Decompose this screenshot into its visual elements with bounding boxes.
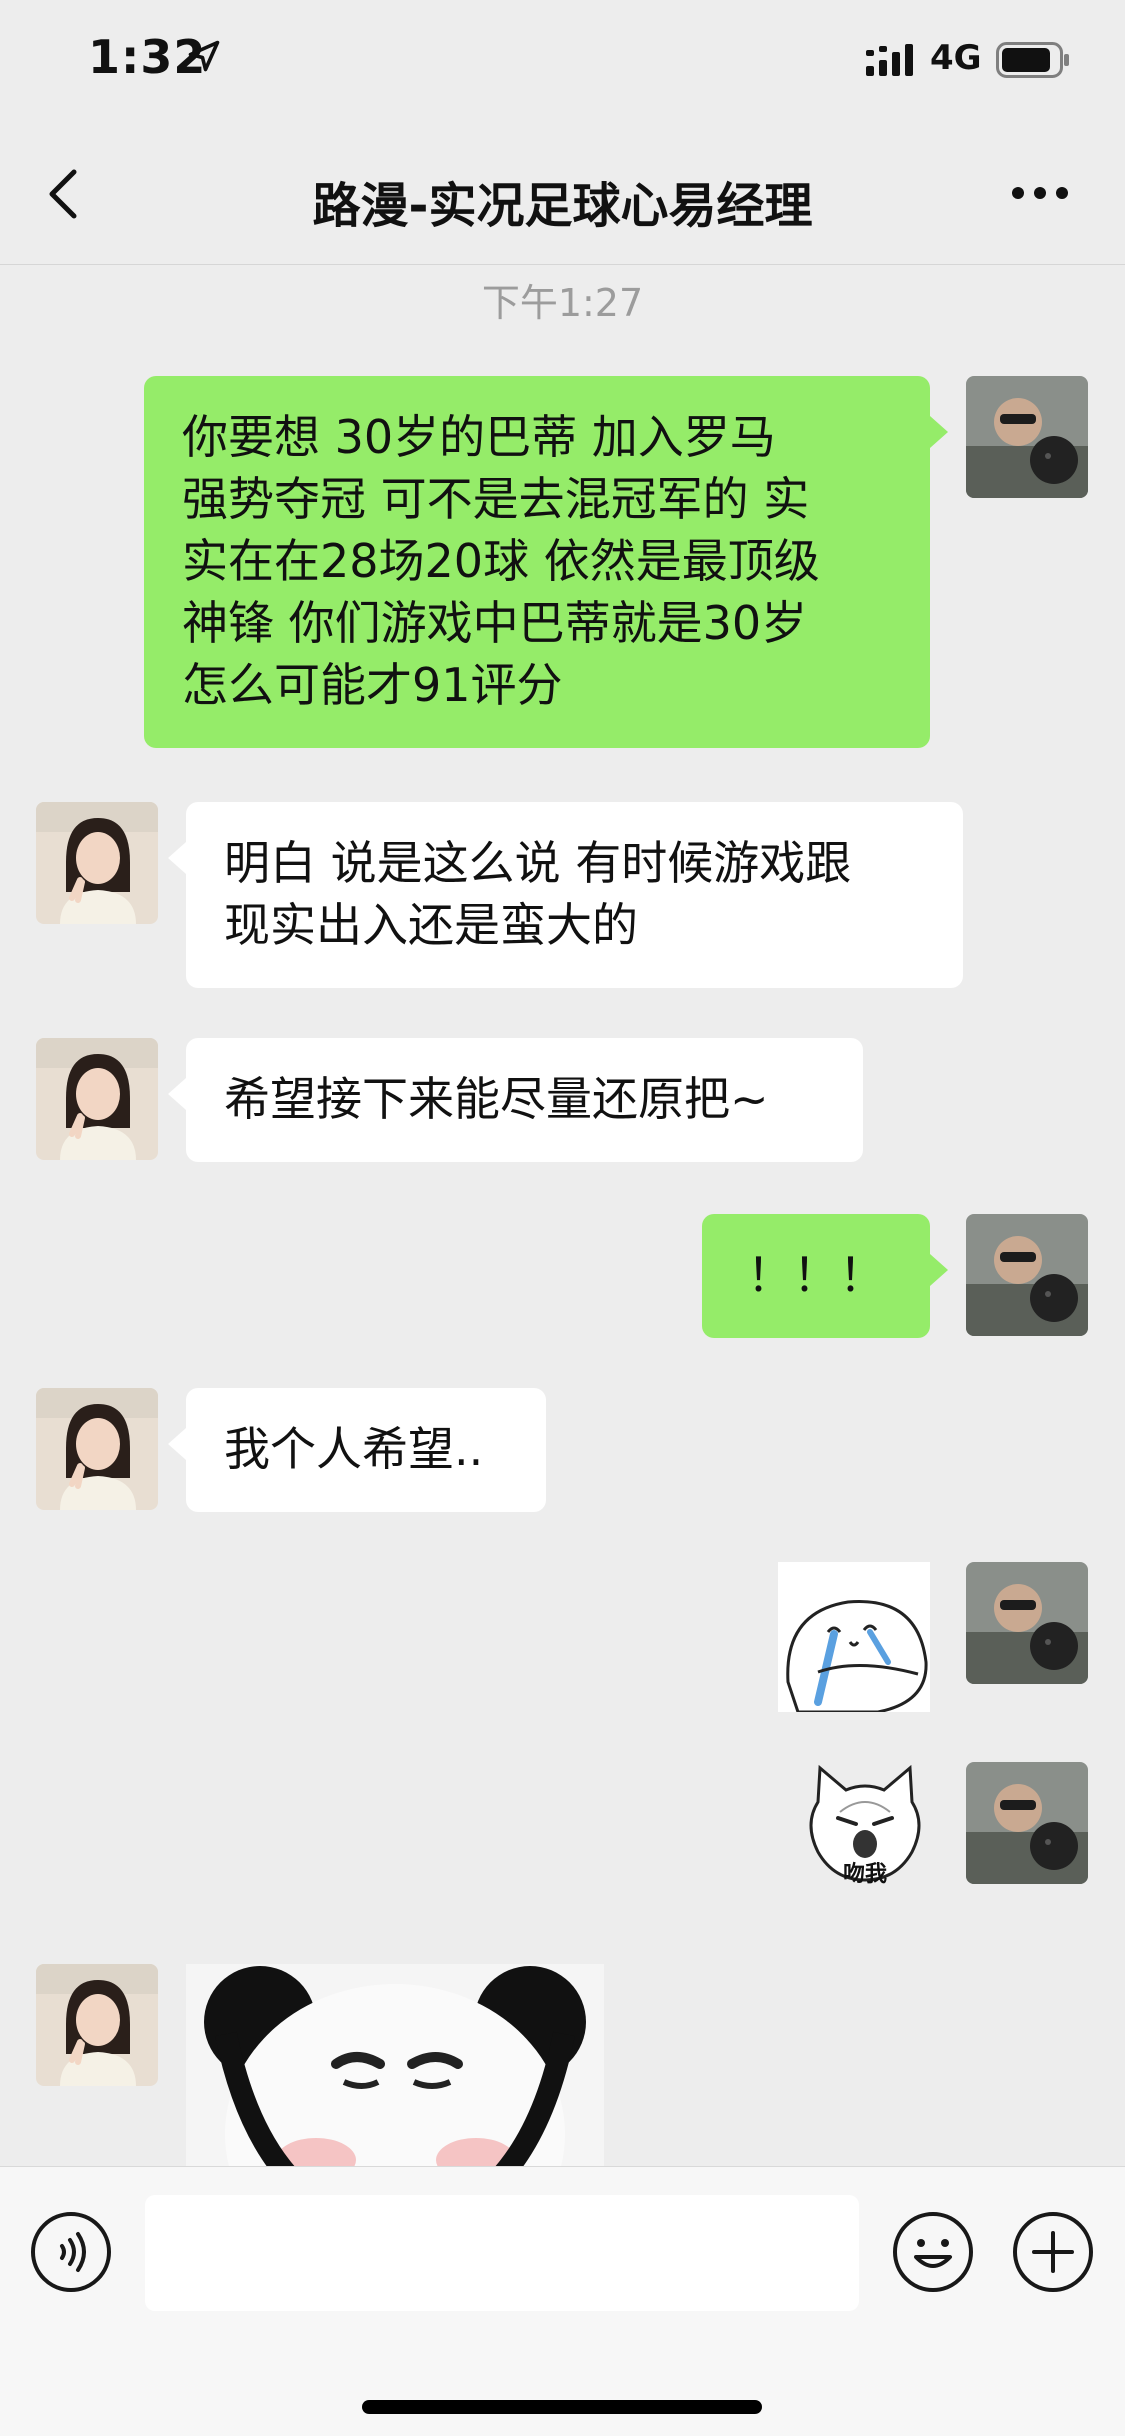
message-bubble-incoming[interactable]: 明白 说是这么说 有时候游戏跟 现实出入还是蛮大的: [168, 802, 963, 988]
message-bubble-outgoing[interactable]: ！！！: [702, 1214, 948, 1338]
my-avatar[interactable]: [966, 376, 1088, 498]
contact-avatar[interactable]: [36, 802, 158, 924]
panda-face-sticker[interactable]: [186, 1964, 604, 2166]
emoji-icon[interactable]: [892, 2211, 974, 2293]
message-text: ！！！: [747, 1248, 885, 1302]
sticker-caption: 吻我: [842, 1862, 887, 1887]
message-input[interactable]: [145, 2195, 859, 2311]
message-text: 你要想 30岁的巴蒂 加入罗马 强势夺冠 可不是去混冠军的 实 实在在28场20…: [182, 410, 820, 712]
status-bar: 1:32 4G: [0, 0, 1125, 120]
message-bubble-incoming[interactable]: 我个人希望..: [168, 1388, 546, 1512]
network-type: 4G: [930, 38, 982, 78]
voice-icon[interactable]: [30, 2211, 112, 2293]
home-indicator[interactable]: [362, 2400, 762, 2414]
contact-avatar[interactable]: [36, 1038, 158, 1160]
chat-timestamp: 下午1:27: [481, 281, 644, 325]
battery-icon: [996, 42, 1069, 78]
cat-face-sticker[interactable]: 吻我: [800, 1762, 930, 1890]
chat-area[interactable]: 下午1:27 你要想 30岁的巴蒂 加入罗马 强势夺冠 可不是去混冠军的 实 实…: [0, 266, 1125, 2166]
chat-header: 路漫-实况足球心易经理: [0, 120, 1125, 265]
my-avatar[interactable]: [966, 1762, 1088, 1884]
signal-bars-icon: [866, 44, 913, 76]
message-bubble-outgoing[interactable]: 你要想 30岁的巴蒂 加入罗马 强势夺冠 可不是去混冠军的 实 实在在28场20…: [144, 376, 948, 748]
my-avatar[interactable]: [966, 1562, 1088, 1684]
message-text: 我个人希望..: [224, 1422, 484, 1476]
contact-avatar[interactable]: [36, 1388, 158, 1510]
more-dots-icon[interactable]: [1010, 178, 1070, 208]
chat-title: 路漫-实况足球心易经理: [312, 178, 813, 234]
message-bubble-incoming[interactable]: 希望接下来能尽量还原把~: [168, 1038, 863, 1162]
location-arrow-icon: [188, 40, 220, 72]
plus-icon[interactable]: [1012, 2211, 1094, 2293]
crying-bun-sticker[interactable]: [778, 1562, 930, 1712]
input-bar: [0, 2166, 1125, 2436]
contact-avatar[interactable]: [36, 1964, 158, 2086]
message-text: 明白 说是这么说 有时候游戏跟 现实出入还是蛮大的: [224, 836, 852, 952]
back-chevron-icon[interactable]: [40, 166, 90, 222]
message-text: 希望接下来能尽量还原把~: [224, 1072, 769, 1126]
my-avatar[interactable]: [966, 1214, 1088, 1336]
